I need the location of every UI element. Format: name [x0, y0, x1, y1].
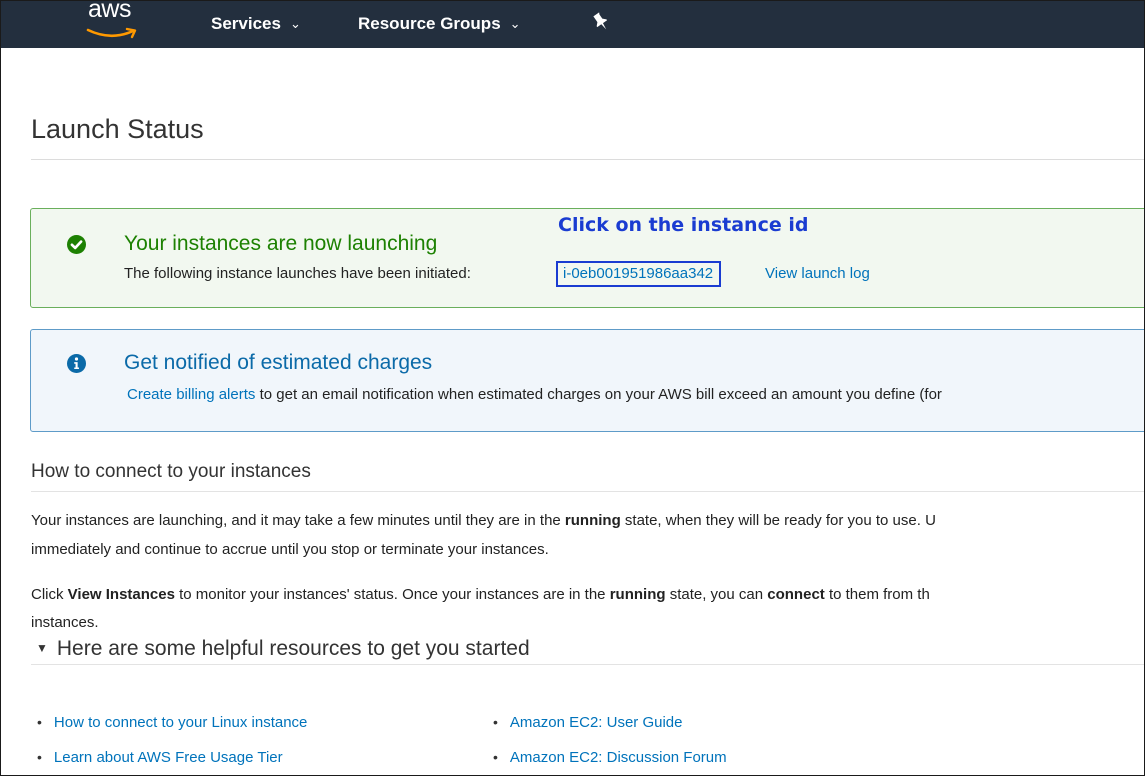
text-span: state, when they will be ready for you t…	[620, 512, 936, 529]
triangle-down-icon: ▼	[36, 641, 48, 655]
connect-emphasis: connect	[767, 586, 825, 603]
ec2-forum-link[interactable]: Amazon EC2: Discussion Forum	[510, 749, 727, 766]
connect-paragraph-2-line-1: Click View Instances to monitor your ins…	[31, 582, 930, 607]
info-circle-icon	[67, 354, 86, 373]
bullet: •	[37, 749, 42, 765]
top-nav-bar: aws Services ⌄ Resource Groups ⌄	[1, 1, 1144, 48]
linux-connect-link[interactable]: How to connect to your Linux instance	[54, 714, 307, 731]
connect-paragraph-2-line-2: instances.	[31, 614, 99, 631]
nav-services-label: Services	[211, 14, 281, 33]
bullet: •	[37, 714, 42, 730]
aws-logo[interactable]: aws	[85, 1, 145, 45]
check-circle-icon	[67, 235, 86, 254]
billing-alert-message: Create billing alerts to get an email no…	[127, 386, 942, 403]
resources-toggle[interactable]: ▼ Here are some helpful resources to get …	[36, 637, 530, 661]
billing-info-alert	[30, 329, 1144, 432]
text-span: state, you can	[665, 586, 768, 603]
resources-heading: Here are some helpful resources to get y…	[56, 637, 530, 660]
bullet: •	[493, 749, 498, 765]
annotation-callout: Click on the instance id	[558, 214, 809, 236]
bullet: •	[493, 714, 498, 730]
connect-section-heading: How to connect to your instances	[31, 461, 311, 482]
view-launch-log-link[interactable]: View launch log	[765, 265, 870, 282]
nav-services-menu[interactable]: Services ⌄	[211, 14, 301, 34]
text-span: Your instances are launching, and it may…	[31, 512, 565, 529]
resource-list-item: • Amazon EC2: User Guide	[493, 714, 682, 731]
connect-section-divider	[31, 491, 1144, 492]
aws-logo-text: aws	[88, 0, 131, 23]
chevron-down-icon: ⌄	[509, 16, 521, 31]
connect-paragraph-1-line-1: Your instances are launching, and it may…	[31, 508, 936, 533]
free-tier-link[interactable]: Learn about AWS Free Usage Tier	[54, 749, 283, 766]
page-title: Launch Status	[31, 114, 204, 144]
success-message: The following instance launches have bee…	[124, 265, 471, 282]
success-title: Your instances are now launching	[124, 232, 438, 255]
connect-paragraph-1-line-2: immediately and continue to accrue until…	[31, 541, 549, 558]
pin-icon[interactable]	[593, 12, 609, 32]
browser-frame: aws Services ⌄ Resource Groups ⌄ Launch St…	[0, 0, 1145, 776]
chevron-down-icon: ⌄	[289, 16, 301, 31]
create-billing-alerts-link[interactable]: Create billing alerts	[127, 386, 255, 403]
nav-resource-groups-label: Resource Groups	[358, 14, 501, 33]
title-divider	[31, 159, 1144, 160]
text-span: Click	[31, 586, 68, 603]
aws-smile-icon	[86, 27, 137, 39]
nav-resource-groups-menu[interactable]: Resource Groups ⌄	[358, 14, 521, 34]
instance-id-link[interactable]: i-0eb001951986aa342	[556, 261, 722, 287]
text-span: to monitor your instances' status. Once …	[174, 586, 610, 603]
billing-alert-text: to get an email notification when estima…	[259, 386, 942, 403]
ec2-user-guide-link[interactable]: Amazon EC2: User Guide	[510, 714, 683, 731]
view-instances-emphasis: View Instances	[67, 586, 175, 603]
resource-list-item: • Learn about AWS Free Usage Tier	[37, 749, 283, 766]
billing-alert-title: Get notified of estimated charges	[124, 351, 433, 374]
resources-divider	[31, 664, 1144, 665]
resource-list-item: • How to connect to your Linux instance	[37, 714, 307, 731]
resource-list-item: • Amazon EC2: Discussion Forum	[493, 749, 727, 766]
running-emphasis: running	[609, 586, 666, 603]
running-emphasis: running	[564, 512, 621, 529]
text-span: to them from th	[824, 586, 930, 603]
